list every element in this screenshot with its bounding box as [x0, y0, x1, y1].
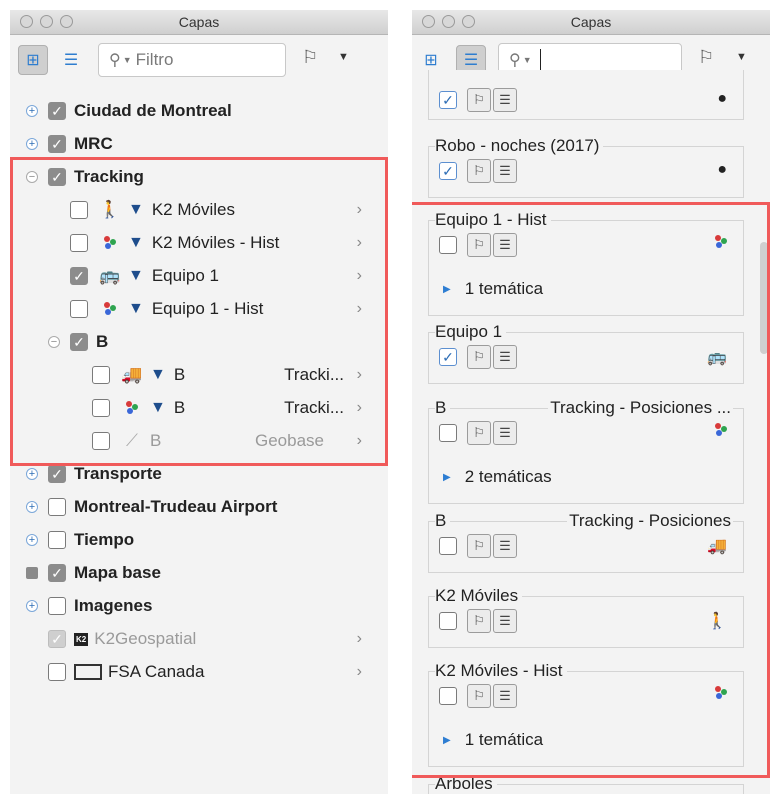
tree-view-icon: ⊞ — [424, 52, 438, 69]
title-bar: Capas — [10, 10, 388, 35]
layer-checkbox[interactable]: ✓ — [48, 135, 66, 153]
highlight-box — [412, 202, 770, 778]
dot-icon: ● — [717, 90, 727, 107]
pin-icon[interactable]: ⚐ — [302, 47, 318, 68]
layer-controls: ✓ ⚐ ☰ — [439, 159, 517, 183]
layer-checkbox[interactable]: ✓ — [439, 91, 457, 109]
layer-label: MRC — [74, 134, 113, 153]
basemap-square-icon — [26, 567, 38, 579]
legend-button[interactable]: ☰ — [493, 88, 517, 112]
layer-checkbox[interactable]: ✓ — [48, 630, 66, 648]
window-title: Capas — [570, 14, 612, 30]
pin-button[interactable]: ⚐ — [467, 88, 491, 112]
toolbar: ⊞ ☰ ⚲ ▼ Filtro ⚐ ▼ — [10, 35, 388, 85]
layer-group: Robo - noches (2017) ✓ ⚐ ☰ ● — [428, 136, 744, 198]
title-bar: Capas — [412, 10, 770, 35]
group-label: Robo - noches (2017) — [435, 136, 604, 156]
layer-checkbox[interactable] — [48, 597, 66, 615]
chevron-right-icon[interactable]: › — [357, 663, 362, 681]
layer-row[interactable]: ✓ Mapa base — [26, 558, 161, 588]
expand-icon[interactable]: + — [26, 501, 38, 513]
dropdown-arrow-icon[interactable]: ▼ — [736, 51, 747, 63]
rectangle-icon — [74, 664, 102, 680]
expand-icon[interactable]: + — [26, 138, 38, 150]
layer-row[interactable]: + ✓ MRC — [26, 129, 113, 159]
layer-row[interactable]: + Tiempo — [26, 525, 134, 555]
expand-icon[interactable]: + — [26, 468, 38, 480]
layer-row[interactable]: FSA Canada › — [48, 657, 380, 687]
layer-label: Tiempo — [74, 530, 135, 549]
chevron-right-icon[interactable]: › — [357, 630, 362, 648]
tree-view-button[interactable]: ⊞ — [18, 45, 48, 75]
list-view-button[interactable]: ☰ — [56, 45, 86, 75]
search-input[interactable]: ⚲ ▼ Filtro — [98, 43, 286, 77]
layer-checkbox[interactable] — [48, 663, 66, 681]
legend-button[interactable]: ☰ — [493, 159, 517, 183]
highlight-box — [10, 157, 388, 466]
list-view-icon: ☰ — [63, 52, 79, 69]
tree-view-icon: ⊞ — [26, 52, 40, 69]
layer-label: Ciudad de Montreal — [74, 101, 232, 120]
layer-checkbox[interactable] — [48, 498, 66, 516]
layers-panel-right: Capas ⊞ ☰ ⚲ ▼ ⚐ ▼ ✓ ⚐ ☰ ● Robo - noches (20… — [412, 10, 770, 794]
chevron-down-icon: ▼ — [122, 55, 132, 65]
search-icon: ⚲ — [109, 52, 121, 69]
layer-checkbox[interactable] — [48, 531, 66, 549]
layer-group: Arboles — [428, 774, 744, 794]
search-icon: ⚲ — [509, 52, 521, 69]
expand-icon[interactable]: + — [26, 534, 38, 546]
layer-label: Transporte — [74, 464, 162, 483]
text-cursor — [539, 49, 541, 71]
layer-controls: ✓ ⚐ ☰ — [439, 88, 517, 112]
layer-label: Montreal-Trudeau Airport — [74, 497, 278, 516]
layer-checkbox[interactable]: ✓ — [48, 564, 66, 582]
layer-row[interactable]: + ✓ Ciudad de Montreal — [26, 96, 232, 126]
k2-logo-icon: K2 — [74, 632, 89, 646]
search-placeholder: Filtro — [135, 50, 174, 69]
layer-group: ✓ ⚐ ☰ ● — [428, 70, 744, 120]
pin-icon[interactable]: ⚐ — [698, 47, 714, 68]
dot-icon: ● — [717, 161, 727, 178]
layer-row[interactable]: ✓ K2 K2Geospatial › — [48, 624, 380, 654]
pin-button[interactable]: ⚐ — [467, 159, 491, 183]
layer-checkbox[interactable]: ✓ — [48, 102, 66, 120]
chevron-down-icon: ▼ — [522, 55, 532, 65]
window-title: Capas — [178, 14, 220, 30]
layer-row[interactable]: + Montreal-Trudeau Airport — [26, 492, 277, 522]
layer-row[interactable]: + Imagenes — [26, 591, 152, 621]
dropdown-arrow-icon[interactable]: ▼ — [338, 51, 349, 63]
layer-checkbox[interactable]: ✓ — [48, 465, 66, 483]
layer-label: Mapa base — [74, 563, 161, 582]
layer-checkbox[interactable]: ✓ — [439, 162, 457, 180]
layer-label: FSA Canada — [108, 662, 205, 681]
expand-icon[interactable]: + — [26, 105, 38, 117]
layers-panel-left: Capas ⊞ ☰ ⚲ ▼ Filtro ⚐ ▼ + ✓ Ciudad de Mon… — [10, 10, 388, 794]
layer-label: Imagenes — [74, 596, 153, 615]
expand-icon[interactable]: + — [26, 600, 38, 612]
layer-label: K2Geospatial — [94, 629, 197, 648]
list-view-icon: ☰ — [463, 52, 479, 69]
